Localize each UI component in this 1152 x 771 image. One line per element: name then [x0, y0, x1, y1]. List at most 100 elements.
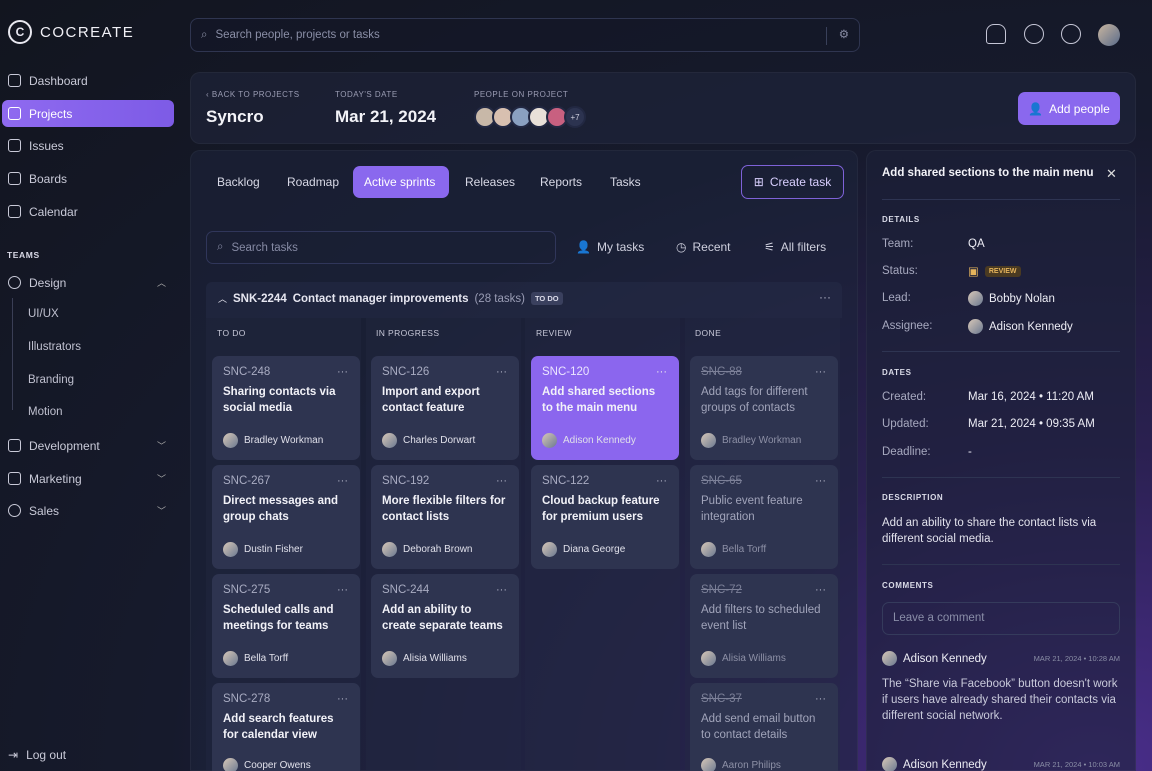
task-card[interactable]: SNC-72 ··· Add filters to scheduled event … — [690, 574, 838, 678]
assignee-value: Adison Kennedy — [968, 319, 1073, 334]
task-card[interactable]: SNC-126 ··· Import and export contact feat… — [371, 356, 519, 460]
status-badge: REVIEW — [984, 265, 1021, 277]
assignee-name: Adison Kennedy — [989, 320, 1073, 333]
settings-icon[interactable] — [1024, 24, 1044, 44]
more-icon[interactable]: ··· — [337, 693, 348, 705]
more-icon[interactable]: ··· — [815, 475, 826, 487]
chevron-up-icon[interactable]: ︿ — [218, 292, 227, 305]
team-marketing[interactable]: Marketing ﹀ — [2, 465, 174, 492]
comment-text: The “Share via Facebook” button doesn't … — [882, 678, 1118, 722]
tab-active-sprints[interactable]: Active sprints — [353, 166, 449, 198]
more-icon[interactable]: ··· — [496, 584, 507, 596]
sidebar-item-label: Boards — [29, 171, 68, 186]
sidebar-item-dashboard[interactable]: Dashboard — [2, 67, 174, 94]
team-sales[interactable]: Sales ﹀ — [2, 497, 174, 524]
subnav-branding[interactable]: Branding — [28, 374, 74, 386]
more-icon[interactable]: ··· — [496, 366, 507, 378]
status-value[interactable]: ▣ REVIEW — [968, 264, 1021, 278]
task-card[interactable]: SNC-122 ··· Cloud backup feature for premi… — [531, 465, 679, 569]
more-icon[interactable]: ··· — [337, 366, 348, 378]
task-card[interactable]: SNC-65 ··· Public event feature integratio… — [690, 465, 838, 569]
task-card[interactable]: SNC-275 ··· Scheduled calls and meetings f… — [212, 574, 360, 678]
assignee: Diana George — [542, 542, 625, 557]
task-search-placeholder: Search tasks — [231, 241, 298, 254]
more-icon[interactable]: ··· — [656, 366, 667, 378]
more-icon[interactable]: ··· — [656, 475, 667, 487]
tab-backlog[interactable]: Backlog — [206, 166, 271, 198]
assignee: Bella Torff — [223, 651, 288, 666]
global-search[interactable]: ⌕ Search people, projects or tasks ⚙ — [190, 18, 860, 52]
task-id: SNC-278 — [223, 693, 271, 705]
task-card[interactable]: SNC-244 ··· Add an ability to create separ… — [371, 574, 519, 678]
assignee: Adison Kennedy — [542, 433, 636, 448]
sidebar-item-calendar[interactable]: Calendar — [2, 198, 174, 225]
avatar — [223, 433, 238, 448]
more-icon[interactable]: ··· — [819, 290, 831, 304]
more-icon[interactable]: ··· — [337, 475, 348, 487]
sprint-count: (28 tasks) — [474, 292, 525, 305]
add-people-button[interactable]: 👤 Add people — [1018, 92, 1120, 125]
task-card-selected[interactable]: SNC-120 ··· Add shared sections to the mai… — [531, 356, 679, 460]
divider — [882, 564, 1120, 565]
more-icon[interactable]: ··· — [496, 475, 507, 487]
sidebar-item-boards[interactable]: Boards — [2, 165, 174, 192]
tab-roadmap[interactable]: Roadmap — [276, 166, 350, 198]
subnav-illustrators[interactable]: Illustrators — [28, 341, 81, 353]
task-id: SNC-122 — [542, 475, 590, 487]
comment-input[interactable]: Leave a comment — [882, 602, 1120, 635]
section-details: DETAILS — [882, 215, 920, 224]
tab-tasks[interactable]: Tasks — [599, 166, 652, 198]
avatar[interactable] — [1098, 24, 1120, 46]
assignee-name: Aaron Philips — [722, 760, 781, 771]
people-avatars[interactable]: +7 — [474, 106, 586, 128]
team-development[interactable]: Development ﹀ — [2, 432, 174, 459]
status-badge: TO DO — [530, 292, 563, 305]
task-title: Add filters to scheduled event list — [701, 604, 821, 632]
comment-date: MAR 21, 2024 • 10:03 AM — [1033, 760, 1120, 769]
my-tasks-filter[interactable]: 👤 My tasks — [576, 240, 644, 254]
sidebar-item-projects[interactable]: Projects — [2, 100, 174, 127]
task-card[interactable]: SNC-278 ··· Add search features for calend… — [212, 683, 360, 771]
filter-sliders-icon[interactable]: ⚙ — [839, 27, 849, 41]
back-to-projects-link[interactable]: ‹ BACK TO PROJECTS — [206, 90, 300, 99]
more-icon[interactable]: ··· — [815, 693, 826, 705]
column-header: TO DO — [217, 328, 246, 338]
all-filters-button[interactable]: ⚟ All filters — [764, 240, 826, 254]
lead-name: Bobby Nolan — [989, 292, 1055, 305]
megaphone-icon — [8, 472, 21, 485]
bell-icon[interactable] — [986, 24, 1006, 44]
chevron-down-icon: ﹀ — [156, 441, 166, 451]
task-search-input[interactable]: ⌕ Search tasks — [206, 231, 556, 264]
task-card[interactable]: SNC-192 ··· More flexible filters for cont… — [371, 465, 519, 569]
close-icon[interactable]: ✕ — [1106, 166, 1117, 182]
more-icon[interactable]: ··· — [815, 584, 826, 596]
team-value: QA — [968, 238, 985, 250]
recent-filter[interactable]: ◷ Recent — [676, 240, 731, 254]
more-icon[interactable]: ··· — [815, 366, 826, 378]
author-name: Adison Kennedy — [903, 652, 987, 665]
logout-button[interactable]: ⇥ Log out — [2, 741, 174, 768]
task-card[interactable]: SNC-37 ··· Add send email button to contac… — [690, 683, 838, 771]
divider — [882, 477, 1120, 478]
more-icon[interactable]: ··· — [337, 584, 348, 596]
assignee: Bella Torff — [701, 542, 766, 557]
avatar — [382, 651, 397, 666]
create-task-button[interactable]: ⊞ Create task — [741, 165, 844, 199]
assignee-name: Bradley Workman — [722, 435, 802, 446]
task-card[interactable]: SNC-248 ··· Sharing contacts via social me… — [212, 356, 360, 460]
help-icon[interactable] — [1061, 24, 1081, 44]
tab-reports[interactable]: Reports — [529, 166, 593, 198]
column-header: DONE — [695, 328, 722, 338]
task-card[interactable]: SNC-267 ··· Direct messages and group chat… — [212, 465, 360, 569]
tab-releases[interactable]: Releases — [454, 166, 526, 198]
sidebar-item-issues[interactable]: Issues — [2, 132, 174, 159]
team-design[interactable]: Design ︿ — [2, 269, 174, 296]
task-card[interactable]: SNC-88 ··· Add tags for different groups o… — [690, 356, 838, 460]
avatar — [701, 433, 716, 448]
task-title: Import and export contact feature — [382, 386, 480, 414]
sprint-id: SNK-2244 — [233, 292, 287, 305]
subnav-uiux[interactable]: UI/UX — [28, 308, 59, 320]
subnav-motion[interactable]: Motion — [28, 406, 63, 418]
assignee-name: Adison Kennedy — [563, 435, 636, 446]
today-date: Mar 21, 2024 — [335, 107, 437, 126]
